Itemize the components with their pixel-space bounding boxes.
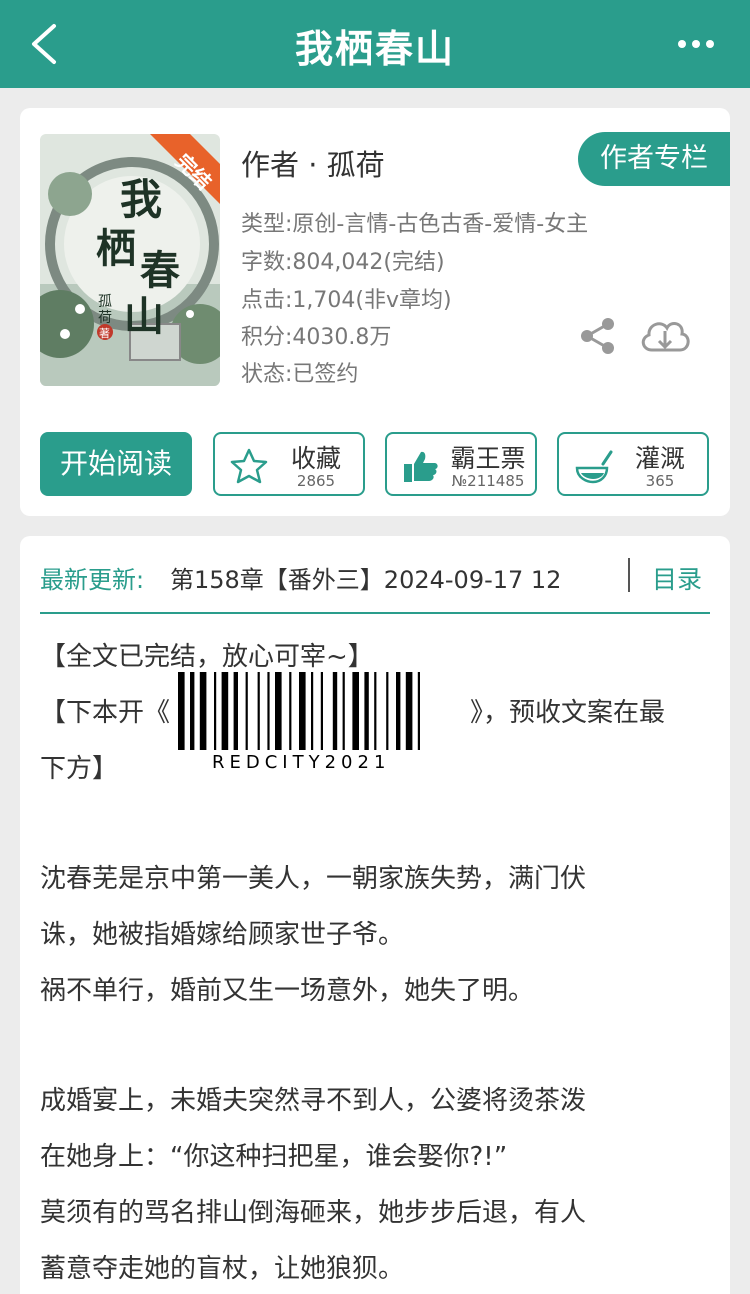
collect-count: 2865 xyxy=(296,472,336,490)
svg-text:荷: 荷 xyxy=(98,310,112,326)
top-bar: 我栖春山 xyxy=(0,0,750,88)
svg-text:山: 山 xyxy=(124,293,164,340)
water-label: 灌溉 xyxy=(634,444,685,473)
thumbs-up-icon xyxy=(404,451,438,482)
ticket-count: №211485 xyxy=(451,472,525,490)
book-info-card: 我 栖 春 山 孤 荷 著 完结 作者 · 孤荷 作者专栏 类型:原创-言情-古… xyxy=(20,108,730,516)
intro-line: 在她身上：“你这种扫把星，谁会娶你?!” xyxy=(40,1142,508,1172)
start-reading-button[interactable]: 开始阅读 xyxy=(40,432,192,496)
page-title: 我栖春山 xyxy=(294,27,455,71)
intro-line: 莫须有的骂名排山倒海砸来，她步步后退，有人 xyxy=(40,1198,587,1228)
water-count: 365 xyxy=(645,472,675,490)
intro-card: 最新更新: 第158章【番外三】2024-09-17 12 目录 【全文已完结，… xyxy=(20,536,730,1294)
book-cover[interactable]: 我 栖 春 山 孤 荷 著 完结 xyxy=(40,134,220,386)
intro-line: 【全文已完结，放心可宰~】 xyxy=(40,642,374,672)
section-rule xyxy=(40,612,710,614)
collect-button[interactable]: 收藏 2865 xyxy=(213,432,365,496)
svg-text:春: 春 xyxy=(140,247,180,294)
intro-line: 成婚宴上，未婚夫突然寻不到人，公婆将烫茶泼 xyxy=(40,1086,587,1116)
watermark-label: REDCITY2021 xyxy=(212,752,391,773)
intro-line: 沈春芜是京中第一美人，一朝家族失势，满门伏 xyxy=(40,864,587,894)
download-cloud-icon[interactable] xyxy=(638,314,692,358)
latest-update-text[interactable]: 第158章【番外三】2024-09-17 12 xyxy=(170,560,590,595)
intro-text: 【下本开《 xyxy=(40,698,171,728)
intro-text: 》，预收文案在最 xyxy=(470,698,666,728)
ticket-label: 霸王票 xyxy=(450,444,526,473)
more-icon[interactable] xyxy=(676,32,716,56)
share-icon[interactable] xyxy=(578,316,618,356)
word-count: 字数:804,042(完结) xyxy=(241,250,445,275)
watering-icon xyxy=(575,450,613,484)
status-text: 状态:已签约 xyxy=(241,362,359,387)
click-count: 点击:1,704(非v章均) xyxy=(241,288,452,313)
author-name[interactable]: 作者 · 孤荷 xyxy=(241,142,385,184)
svg-text:著: 著 xyxy=(99,326,110,340)
latest-update-label: 最新更新: xyxy=(40,566,145,594)
star-icon xyxy=(230,448,268,484)
svg-text:我: 我 xyxy=(120,175,162,224)
genre-text: 类型:原创-言情-古色古香-爱情-女主 xyxy=(241,212,589,237)
score-text: 积分:4030.8万 xyxy=(241,325,392,350)
svg-text:孤: 孤 xyxy=(98,294,112,310)
collect-label: 收藏 xyxy=(290,444,341,473)
intro-line: 祸不单行，婚前又生一场意外，她失了明。 xyxy=(40,976,535,1006)
intro-line: 蓄意夺走她的盲杖，让她狼狈。 xyxy=(40,1254,405,1284)
intro-line: 诛，她被指婚嫁给顾家世子爷。 xyxy=(40,920,405,950)
ticket-button[interactable]: 霸王票 №211485 xyxy=(385,432,537,496)
table-of-contents-link[interactable]: 目录 xyxy=(652,560,702,596)
author-column-button[interactable]: 作者专栏 xyxy=(578,132,730,186)
water-button[interactable]: 灌溉 365 xyxy=(557,432,709,496)
divider xyxy=(628,558,630,592)
svg-text:栖: 栖 xyxy=(96,225,136,272)
